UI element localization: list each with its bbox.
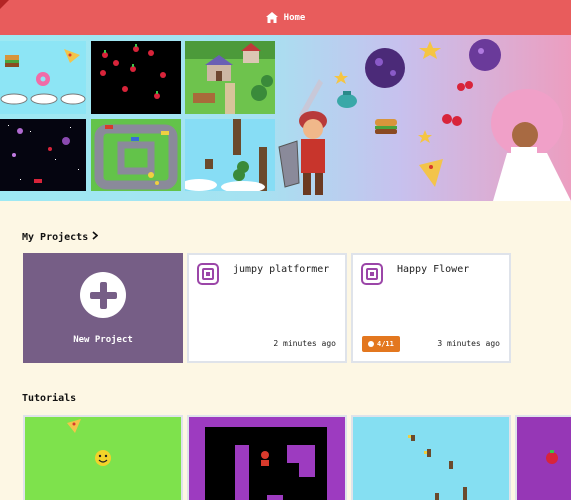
tutorial-card[interactable] (515, 415, 571, 500)
corner-ribbon (0, 0, 9, 9)
progress-dot-icon (368, 341, 374, 347)
tutorials-heading: Tutorials (22, 393, 76, 404)
project-icon (197, 263, 219, 285)
hero-tile-village-game (185, 41, 275, 114)
hero-tile-platformer-game (185, 119, 275, 191)
tutorial-progress-badge: 4/11 (362, 336, 400, 352)
my-projects-heading[interactable]: My Projects (22, 231, 99, 243)
home-link[interactable]: Home (265, 12, 306, 23)
hero-tile-food-game (0, 41, 86, 114)
new-project-card[interactable]: New Project (23, 253, 183, 363)
tutorial-card[interactable] (351, 415, 511, 500)
hero-tile-space-game (0, 119, 86, 191)
new-project-label: New Project (73, 335, 133, 345)
home-icon (265, 12, 278, 23)
tutorial-card[interactable] (187, 415, 347, 500)
project-card[interactable]: Happy Flower 4/11 3 minutes ago (351, 253, 511, 363)
plus-icon (80, 272, 126, 318)
hero-tile-racing-game (91, 119, 181, 191)
tutorial-progress-text: 4/11 (377, 340, 394, 348)
tutorial-thumbnail (189, 417, 345, 500)
project-modified-time: 2 minutes ago (273, 339, 336, 348)
tutorials-title: Tutorials (22, 393, 77, 404)
project-icon (361, 263, 383, 285)
project-modified-time: 3 minutes ago (437, 339, 500, 348)
hero-illustration (278, 39, 571, 201)
chevron-right-icon (92, 231, 99, 243)
project-name: Happy Flower (397, 264, 470, 275)
tutorial-thumbnail (67, 419, 111, 466)
tutorial-thumbnail (546, 450, 558, 464)
tutorial-card[interactable] (23, 415, 183, 500)
home-label: Home (283, 12, 306, 23)
tutorial-thumbnail (408, 435, 467, 500)
my-projects-title: My Projects (22, 231, 89, 243)
hero-banner (0, 35, 571, 201)
top-bar: Home (0, 0, 571, 35)
hero-tile-cherries-game (91, 41, 181, 114)
project-card[interactable]: jumpy platformer 2 minutes ago (187, 253, 347, 363)
project-name: jumpy platformer (233, 264, 330, 275)
